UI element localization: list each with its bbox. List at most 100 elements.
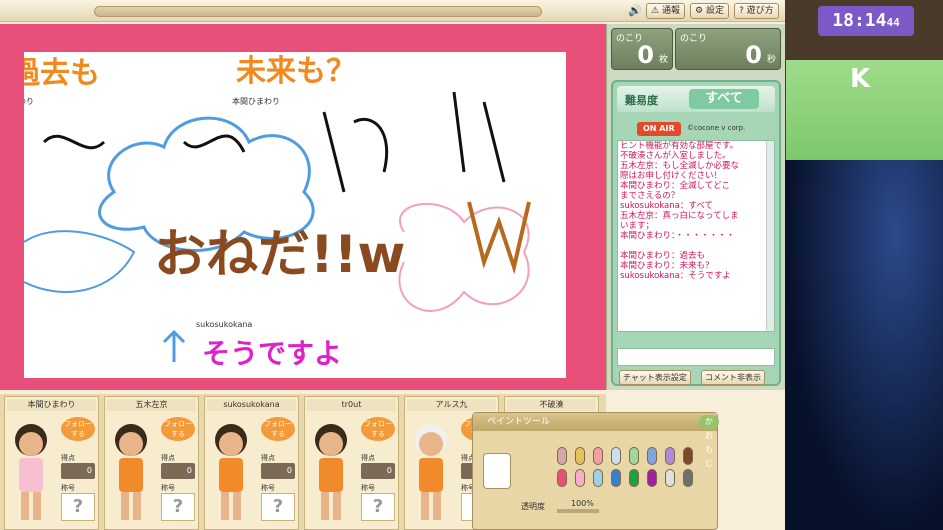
chat-message: 不破湊さんが入室しました。 <box>620 151 731 161</box>
color-swatch[interactable] <box>629 469 639 487</box>
chat-message: sukosukokana：そうですよ <box>620 271 731 281</box>
color-swatch[interactable] <box>611 447 621 465</box>
score-label: 得点 <box>261 454 275 462</box>
chat-message: 五木左京：もし全滅しか必要な <box>620 161 740 171</box>
gear-icon: ⚙ <box>695 6 704 16</box>
player-avatar[interactable] <box>207 414 255 526</box>
chat-display-settings-button[interactable]: チャット表示設定 <box>619 370 691 385</box>
color-swatch[interactable] <box>575 469 585 487</box>
title-value: ? <box>161 493 195 521</box>
follow-button[interactable]: フォローする <box>261 417 295 441</box>
title-value: ? <box>61 493 95 521</box>
kaomoji-button[interactable]: かおもじ <box>699 415 719 468</box>
color-swatch[interactable] <box>629 447 639 465</box>
chat-log[interactable]: ヒント機能が有効な部屋です。 不破湊さんが入室しました。 五木左京：もし全滅しか必要… <box>617 140 775 332</box>
stream-screen: 🔊 ⚠ 通報 ⚙ 設定 ? 遊び方 過去も 未来も？ おねだ!!w そうですよ … <box>0 0 943 530</box>
player-name: 五木左京 <box>107 399 196 411</box>
chat-scrollbar[interactable] <box>766 141 774 331</box>
drawing-canvas[interactable]: 過去も 未来も？ おねだ!!w そうですよ ひまわり 本間ひまわり sukosu… <box>24 52 566 378</box>
chat-message: います； <box>620 221 655 231</box>
color-swatch[interactable] <box>611 469 621 487</box>
player-card[interactable]: tr0ut フォローする得点 0 称号? <box>304 396 399 530</box>
game-window: 🔊 ⚠ 通報 ⚙ 設定 ? 遊び方 過去も 未来も？ おねだ!!w そうですよ … <box>0 0 785 530</box>
help-button[interactable]: ? 遊び方 <box>734 3 779 19</box>
player-card[interactable]: 本間ひまわり フォローする 得点 0 称号? <box>4 396 99 530</box>
color-swatch[interactable] <box>647 447 657 465</box>
score-label: 得点 <box>361 454 375 462</box>
player-name: アルス九 <box>407 399 496 411</box>
color-swatch[interactable] <box>665 469 675 487</box>
stream-clock: 18:1444 <box>818 6 914 36</box>
score-value: 0 <box>261 463 295 479</box>
copyright-text: ©cocone v corp. <box>687 124 746 132</box>
player-avatar[interactable] <box>7 414 55 526</box>
volume-slider[interactable] <box>94 6 542 17</box>
score-value: 0 <box>161 463 195 479</box>
player-name: 本間ひまわり <box>7 399 96 411</box>
pen-tool-button[interactable] <box>483 453 511 489</box>
difficulty-value[interactable]: すべて <box>689 89 759 109</box>
player-avatar[interactable] <box>407 414 455 526</box>
cursor-name-tag: 本間ひまわり <box>232 97 280 106</box>
difficulty-row: 難易度 すべて <box>617 86 775 112</box>
chat-message: までさえるの？ <box>620 191 680 201</box>
player-avatar[interactable] <box>307 414 355 526</box>
color-swatch[interactable] <box>647 469 657 487</box>
color-swatch[interactable] <box>557 447 567 465</box>
follow-button[interactable]: フォローする <box>161 417 195 441</box>
hide-comments-button[interactable]: コメント非表示 <box>701 370 765 385</box>
settings-label: 設定 <box>705 6 724 16</box>
drawing-text-mirai: 未来も？ <box>236 54 356 89</box>
color-swatch[interactable] <box>683 469 693 487</box>
title-label: 称号 <box>261 484 275 492</box>
chat-lines: ヒント機能が有効な部屋です。 不破湊さんが入室しました。 五木左京：もし全滅しか必要… <box>618 141 774 281</box>
player-name: sukosukokana <box>207 399 296 411</box>
chat-input[interactable] <box>617 348 775 366</box>
score-value: 0 <box>361 463 395 479</box>
opacity-label: 透明度 <box>521 502 545 511</box>
score-label: 得点 <box>61 454 75 462</box>
follow-button[interactable]: フォローする <box>61 417 95 441</box>
help-label: 遊び方 <box>746 6 774 16</box>
black-scribble-stroke <box>42 91 506 193</box>
player-name: tr0ut <box>307 399 396 411</box>
cursor-name-tag: sukosukokana <box>196 320 253 329</box>
color-swatch[interactable] <box>593 447 603 465</box>
chat-message: 五木左京：真っ白になってしま <box>620 211 739 221</box>
player-card[interactable]: sukosukokana フォローする 得点 0 称号? <box>204 396 299 530</box>
help-icon: ? <box>739 6 744 16</box>
chat-message <box>618 241 766 251</box>
color-swatch[interactable] <box>575 447 585 465</box>
canvas-frame: 過去も 未来も？ おねだ!!w そうですよ ひまわり 本間ひまわり sukosu… <box>0 24 606 390</box>
title-label: 称号 <box>161 484 175 492</box>
color-swatch[interactable] <box>683 447 693 465</box>
opacity-value: 100% <box>571 499 594 508</box>
opacity-slider[interactable] <box>557 509 599 513</box>
score-value: 0 <box>61 463 95 479</box>
blue-left-stroke <box>24 230 136 293</box>
drawing-text-soudesuyo: そうですよ <box>202 337 343 370</box>
drawing-text-onedari: おねだ!!w <box>154 225 406 285</box>
paint-tool-panel: ペイントツール かおもじ 透明度 100% <box>472 412 719 530</box>
color-swatch[interactable] <box>557 469 567 487</box>
chat-message: ヒント機能が有効な部屋です。 <box>620 141 739 151</box>
title-value: ? <box>361 493 395 521</box>
follow-button[interactable]: フォローする <box>361 417 395 441</box>
seconds-remaining-counter: のこり 0 秒 <box>675 28 781 70</box>
player-avatar[interactable] <box>107 414 155 526</box>
player-card[interactable]: 五木左京フォローする得点 0 称号? <box>104 396 199 530</box>
chat-message: 本間ひまわり：全滅してどこ <box>620 181 730 191</box>
counter-unit: 秒 <box>766 55 776 65</box>
score-label: 得点 <box>161 454 175 462</box>
speaker-icon[interactable]: 🔊 <box>628 4 642 17</box>
cursor-name-tag: ひまわり <box>24 97 34 106</box>
counter-value: 0 <box>745 41 762 69</box>
report-button[interactable]: ⚠ 通報 <box>646 3 685 19</box>
cards-remaining-counter: のこり 0 枚 <box>611 28 673 70</box>
drawing-text-kako: 過去も <box>24 56 100 91</box>
title-label: 称号 <box>361 484 375 492</box>
color-swatch[interactable] <box>665 447 675 465</box>
color-swatch[interactable] <box>593 469 603 487</box>
settings-button[interactable]: ⚙ 設定 <box>690 3 729 19</box>
clock-time: 18:14 <box>832 10 887 31</box>
